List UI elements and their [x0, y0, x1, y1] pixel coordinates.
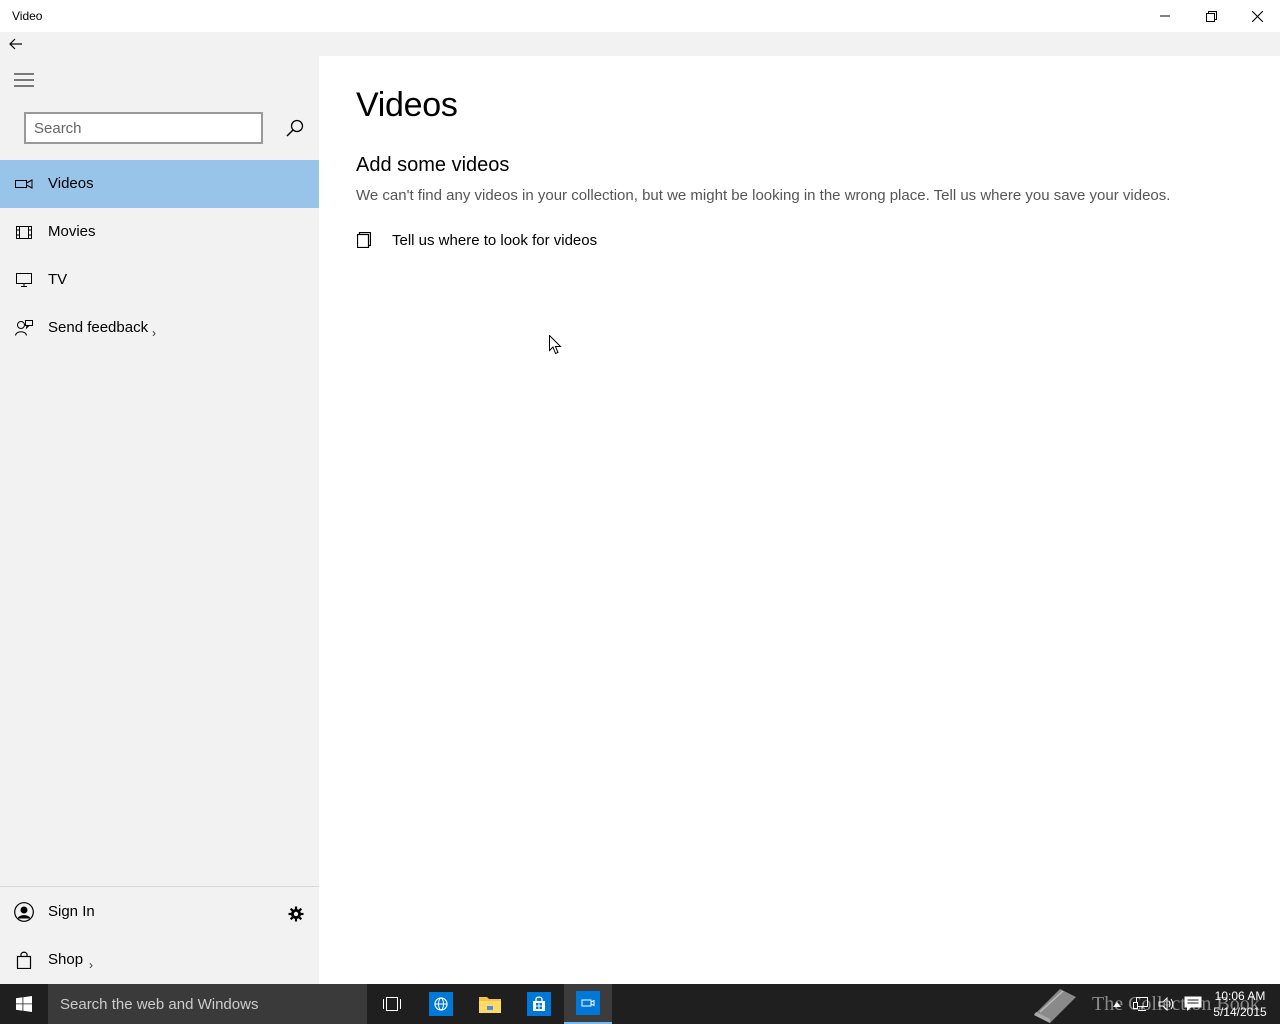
sidebar-item-tv[interactable]: TV: [0, 256, 319, 304]
browser-taskbar-button[interactable]: [417, 984, 465, 1024]
sidebar-divider: [0, 886, 319, 887]
action-center-button[interactable]: [1181, 984, 1205, 1024]
folder-icon: [356, 230, 372, 250]
task-view-button[interactable]: [368, 984, 416, 1024]
film-icon: [14, 222, 34, 242]
settings-button[interactable]: [284, 902, 308, 926]
minimize-button[interactable]: [1142, 0, 1188, 32]
video-app-taskbar-button[interactable]: [564, 984, 612, 1024]
chevron-up-icon: [1113, 1002, 1121, 1007]
speaker-icon: [1158, 997, 1174, 1011]
start-button[interactable]: [0, 984, 48, 1024]
show-hidden-icons-button[interactable]: [1108, 984, 1126, 1024]
feedback-icon: [14, 318, 34, 338]
title-bar: Video: [0, 0, 1280, 32]
close-button[interactable]: [1234, 0, 1280, 32]
volume-button[interactable]: [1156, 984, 1178, 1024]
minimize-icon: [1160, 15, 1170, 17]
shop-button[interactable]: Shop ›: [0, 936, 319, 984]
hamburger-icon: [14, 73, 34, 87]
sign-in-button[interactable]: Sign In: [0, 888, 319, 936]
section-title: Add some videos: [356, 154, 510, 176]
restore-icon: [1205, 10, 1217, 22]
window-title: Video: [12, 9, 43, 23]
video-camera-icon: [14, 174, 34, 194]
search-button[interactable]: [278, 112, 312, 144]
shopping-bag-icon: [14, 950, 34, 970]
back-button[interactable]: [4, 34, 28, 54]
sidebar-item-label: Movies: [48, 223, 96, 240]
sidebar-item-videos[interactable]: Videos: [0, 160, 319, 208]
tell-us-label: Tell us where to look for videos: [392, 231, 598, 249]
windows-logo-icon: [16, 996, 32, 1012]
search-input[interactable]: [24, 112, 263, 144]
sidebar-item-label: Videos: [48, 175, 94, 192]
shop-label: Shop: [48, 951, 84, 968]
chevron-right-icon: ›: [89, 958, 93, 972]
sidebar-item-movies[interactable]: Movies: [0, 208, 319, 256]
sign-in-label: Sign In: [48, 903, 95, 920]
search-icon: [286, 119, 304, 137]
hamburger-button[interactable]: [0, 64, 48, 96]
store-button[interactable]: [515, 984, 563, 1024]
clock-date: 5/14/2015: [1213, 1005, 1267, 1019]
book-icon: [1034, 989, 1076, 1023]
taskbar: Search the web and Windows The Collectio…: [0, 984, 1280, 1024]
back-bar: [0, 32, 1280, 56]
gear-icon: [288, 906, 304, 922]
network-button[interactable]: [1130, 984, 1154, 1024]
clock-time: 10:06 AM: [1214, 989, 1266, 1003]
taskbar-search-box[interactable]: Search the web and Windows: [48, 984, 367, 1024]
folder-icon: [479, 997, 501, 1013]
chevron-right-icon: ›: [152, 326, 156, 340]
back-arrow-icon: [9, 38, 22, 50]
restore-button[interactable]: [1188, 0, 1234, 32]
video-app-icon: [576, 991, 600, 1015]
sidebar-item-send-feedback[interactable]: Send feedback ›: [0, 304, 319, 352]
sidebar-item-label: Send feedback: [48, 319, 149, 336]
monitor-icon: [14, 270, 34, 290]
file-explorer-button[interactable]: [466, 984, 514, 1024]
main-content: Videos Add some videos We can't find any…: [319, 56, 1280, 984]
mouse-cursor-icon: [549, 334, 562, 360]
store-bag-icon: [527, 992, 551, 1016]
page-title: Videos: [356, 86, 458, 124]
section-description: We can't find any videos in your collect…: [356, 187, 1171, 204]
globe-icon: [429, 992, 453, 1016]
person-icon: [14, 902, 34, 922]
sidebar-item-label: TV: [48, 271, 68, 288]
close-icon: [1251, 10, 1263, 22]
task-view-icon: [383, 997, 401, 1011]
sidebar: Videos Movies TV Send feedback › Sign In: [0, 56, 319, 984]
tell-us-where-link[interactable]: Tell us where to look for videos: [356, 228, 597, 252]
taskbar-clock[interactable]: 10:06 AM 5/14/2015: [1208, 988, 1272, 1020]
notification-icon: [1184, 996, 1202, 1011]
network-icon: [1133, 997, 1148, 1011]
